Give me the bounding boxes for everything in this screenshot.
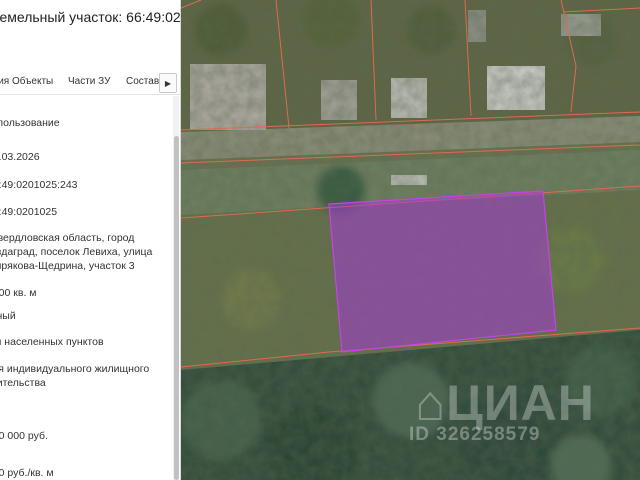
field-cadastral-number: 66:49:0201025:243 — [0, 179, 78, 191]
tab-composition[interactable]: Состав — [126, 76, 159, 87]
info-tabs: Информация Объекты Части ЗУ Состав — [0, 70, 180, 95]
field-address: Свердловская область, город Новоуральск-… — [0, 231, 152, 273]
field-cadastral-quarter: 66:49:0201025 — [0, 206, 58, 218]
tab-info[interactable]: Информация — [0, 76, 9, 87]
cian-house-icon: ⌂ — [415, 375, 447, 431]
field-status: Учтенный — [0, 310, 16, 322]
tab-parts[interactable]: Части ЗУ — [68, 76, 110, 87]
field-cadastral-value: 150 000 руб. — [0, 430, 48, 442]
field-area: 1500 кв. м — [0, 287, 37, 299]
tab-objects[interactable]: Объекты — [12, 76, 53, 87]
parcel-info-panel: Земельный участок: 66:49:0201025:243 Инф… — [0, 0, 181, 480]
satellite-map[interactable]: ⌂ЦИАН ID 326258579 — [181, 0, 640, 480]
parcel-title: Земельный участок: 66:49:0201025:243 — [0, 9, 181, 25]
listing-id-watermark: ID 326258579 — [409, 424, 541, 445]
field-category: Земли населенных пунктов — [0, 336, 104, 348]
parcel-title-text: Земельный участок: 66:49:0201025:243 — [0, 9, 181, 25]
field-date: 01.03.2026 — [0, 151, 40, 163]
field-value-per-meter: 100 руб./кв. м — [0, 467, 54, 479]
watermark-brand-text: ЦИАН — [446, 375, 595, 431]
permitted-use-line-2: строительства — [0, 377, 46, 389]
scrollbar-thumb[interactable] — [174, 136, 179, 480]
tabs-next-button[interactable]: ▶ — [159, 73, 177, 93]
field-permitted-use: Для индивидуального жилищного строительс… — [0, 362, 149, 390]
chevron-right-icon: ▶ — [164, 78, 172, 88]
address-line-2: Новоуральск-Ревдаград, поселок Левиха, у… — [0, 246, 153, 258]
field-ownership: Частное использование — [0, 117, 60, 129]
address-line-1: Свердловская область, город — [0, 232, 135, 244]
permitted-use-line-1: Для индивидуального жилищного — [0, 363, 150, 375]
selected-parcel[interactable] — [328, 190, 557, 353]
address-line-3: Мамин-Сибирякова-Щедрина, участок 3 — [0, 260, 135, 272]
